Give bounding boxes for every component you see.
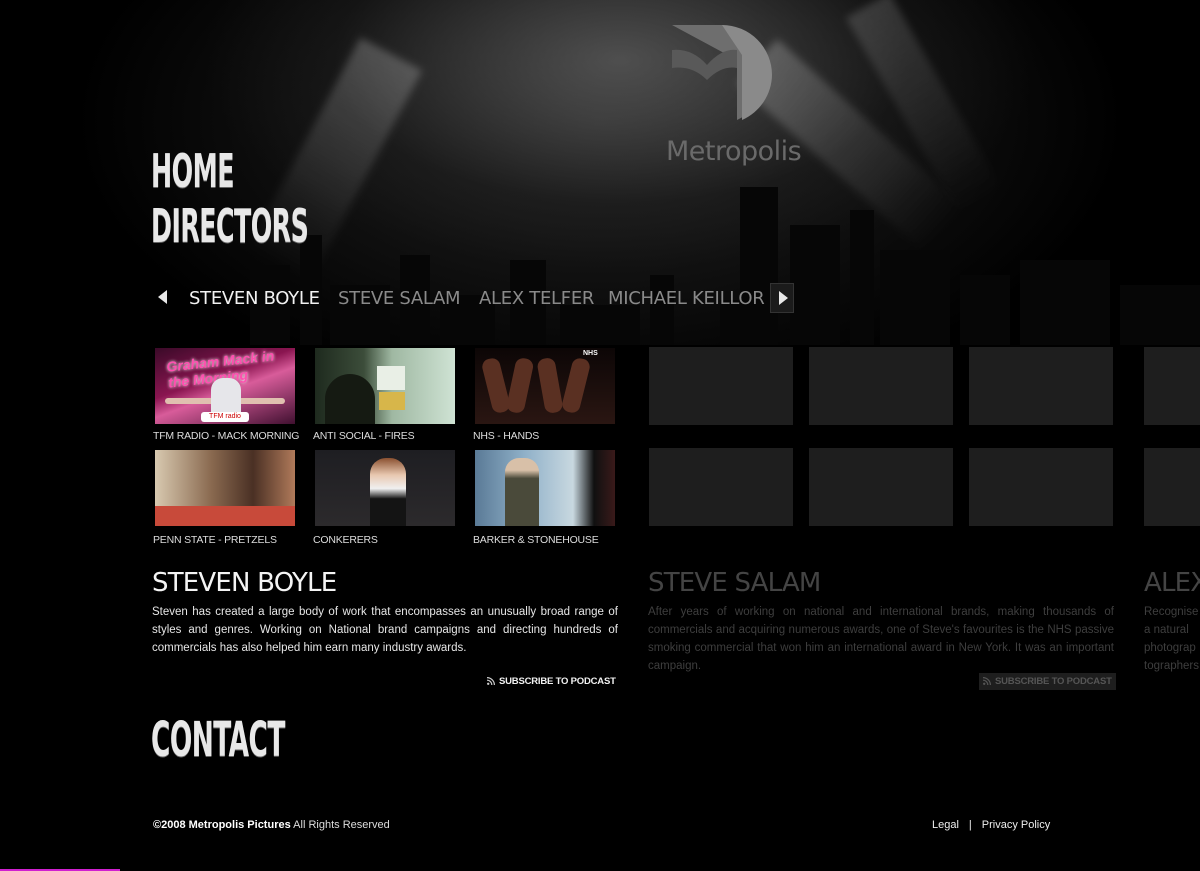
work-caption[interactable]: PENN STATE - PRETZELS: [153, 534, 277, 546]
work-thumbnail-conkerers[interactable]: [315, 450, 455, 526]
thumbnail-placeholder: [649, 448, 793, 526]
director-bio-text: Steven has created a large body of work …: [152, 606, 618, 654]
thumbnail-detail: [379, 392, 405, 410]
thumbnail-placeholder: [1144, 448, 1200, 526]
director-name-heading: STEVE SALAM: [648, 568, 821, 598]
work-thumbnail-tfm-radio[interactable]: Graham Mack in the Morning TFM radio: [155, 348, 295, 424]
director-tab-steve-salam[interactable]: STEVE SALAM: [338, 288, 461, 309]
metropolis-logo[interactable]: Metropolis: [662, 20, 802, 170]
footer-separator: |: [968, 819, 972, 831]
thumbnail-detail: [505, 458, 539, 526]
work-caption[interactable]: BARKER & STONEHOUSE: [473, 534, 599, 546]
thumbnail-detail: [536, 356, 564, 415]
nav-contact[interactable]: CONTACT: [151, 716, 285, 764]
director-bio-text: After years of working on national and i…: [648, 606, 1114, 672]
nav-home[interactable]: HOME: [151, 148, 234, 194]
work-thumbnail-penn-state[interactable]: [155, 450, 295, 526]
copyright-rights: All Rights Reserved: [293, 819, 390, 831]
subscribe-podcast-link[interactable]: SUBSCRIBE TO PODCAST: [487, 676, 616, 687]
next-arrow-icon: [779, 291, 788, 305]
privacy-policy-link[interactable]: Privacy Policy: [982, 819, 1050, 831]
rss-icon: [487, 677, 495, 685]
thumbnail-badge: TFM radio: [201, 412, 249, 422]
thumbnail-detail: [155, 506, 295, 526]
next-arrow-button[interactable]: [770, 283, 794, 313]
logo-text: Metropolis: [666, 136, 802, 167]
work-caption[interactable]: TFM RADIO - MACK MORNING: [153, 430, 299, 442]
work-thumbnail-anti-social[interactable]: [315, 348, 455, 424]
thumbnail-placeholder: [969, 448, 1113, 526]
director-bio-text: Recognise a natural photograp tographers: [1144, 606, 1199, 672]
footer-links: Legal | Privacy Policy: [932, 819, 1050, 831]
directors-carousel: STEVEN BOYLE STEVE SALAM ALEX TELFER MIC…: [152, 283, 797, 313]
subscribe-podcast-label: SUBSCRIBE TO PODCAST: [995, 676, 1112, 687]
work-caption[interactable]: NHS - HANDS: [473, 430, 539, 442]
subscribe-podcast-link[interactable]: SUBSCRIBE TO PODCAST: [979, 673, 1116, 690]
thumbnail-detail: [377, 366, 405, 390]
work-thumbnail-barker-stonehouse[interactable]: [475, 450, 615, 526]
copyright-owner: ©2008 Metropolis Pictures: [153, 819, 291, 831]
work-thumbnail-nhs[interactable]: NHS: [475, 348, 615, 424]
subscribe-podcast-label: SUBSCRIBE TO PODCAST: [499, 676, 616, 687]
thumbnail-detail: [505, 356, 535, 415]
work-caption[interactable]: CONKERERS: [313, 534, 378, 546]
logo-mark-icon: [672, 25, 772, 120]
director-tab-steven-boyle[interactable]: STEVEN BOYLE: [189, 288, 320, 309]
thumbnail-placeholder: [649, 347, 793, 425]
thumbnail-detail: [560, 356, 592, 415]
thumbnail-detail: [325, 374, 375, 424]
legal-link[interactable]: Legal: [932, 819, 959, 831]
director-name-heading: ALEX: [1144, 568, 1200, 598]
director-tab-michael-keillor[interactable]: MICHAEL KEILLOR: [608, 288, 765, 309]
footer-copyright: ©2008 Metropolis Pictures All Rights Res…: [153, 819, 390, 831]
thumbnail-placeholder: [809, 347, 953, 425]
previous-arrow-icon[interactable]: [158, 290, 167, 304]
thumbnail-placeholder: [969, 347, 1113, 425]
thumbnail-placeholder: [1144, 347, 1200, 425]
work-caption[interactable]: ANTI SOCIAL - FIRES: [313, 430, 415, 442]
nav-directors[interactable]: DIRECTORS: [151, 203, 309, 249]
director-tab-alex-telfer[interactable]: ALEX TELFER: [479, 288, 594, 309]
director-name-heading: STEVEN BOYLE: [152, 568, 337, 598]
city-skyline: [230, 185, 1200, 345]
rss-icon: [983, 677, 991, 685]
thumbnail-placeholder: [809, 448, 953, 526]
thumbnail-detail: [370, 458, 406, 526]
thumbnail-badge: NHS: [583, 350, 598, 357]
